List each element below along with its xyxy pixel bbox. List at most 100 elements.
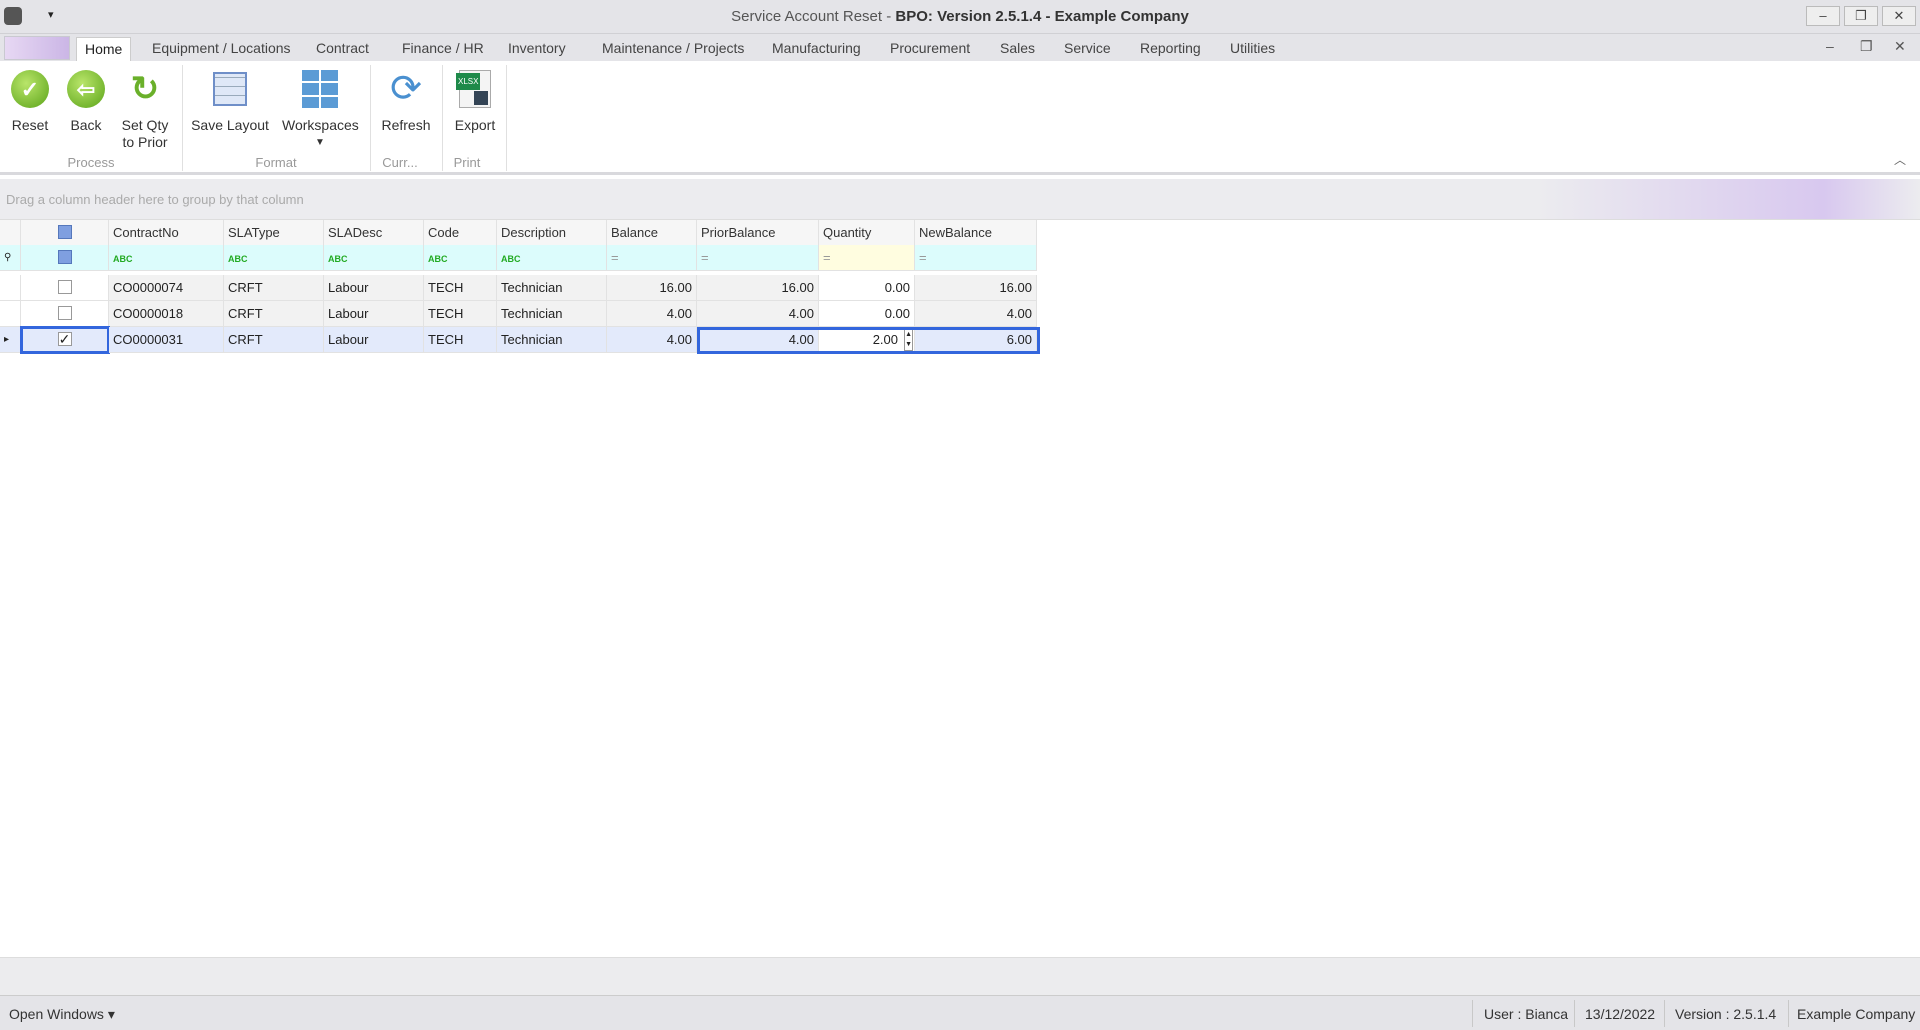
table-row[interactable]: CO0000018 CRFT Labour TECH Technician 4.00 4.0… <box>0 301 1037 327</box>
window-title: Service Account Reset - BPO: Version 2.5… <box>0 8 1920 25</box>
filter-cell-priorbalance[interactable]: = <box>697 245 819 271</box>
filter-checkbox[interactable] <box>21 245 109 271</box>
status-date: 13/12/2022 <box>1585 1006 1656 1022</box>
tab-finance-hr[interactable]: Finance / HR <box>394 37 492 61</box>
column-header-slatype[interactable]: SLAType <box>224 220 324 246</box>
quantity-spin-icon[interactable]: ▲ ▼ <box>904 329 913 351</box>
table-row[interactable]: ▸ ✓ CO0000031 CRFT Labour TECH Technician 4.00 4… <box>0 326 1040 354</box>
text-filter-icon: ABC <box>228 254 248 264</box>
group-panel[interactable]: Drag a column header here to group by th… <box>0 179 1920 220</box>
row-checkbox[interactable]: ✓ <box>20 326 110 354</box>
row-checkbox[interactable] <box>21 301 109 327</box>
refresh-label: Refresh <box>381 117 431 133</box>
save-layout-label: Save Layout <box>191 117 269 133</box>
workspaces-icon <box>302 70 338 108</box>
row-checkbox[interactable] <box>21 275 109 301</box>
title-bar: ▾ Service Account Reset - BPO: Version 2… <box>0 0 1920 34</box>
cell-sladesc: Labour <box>324 327 424 353</box>
filter-cell-contractno[interactable]: ABC <box>109 245 224 271</box>
ribbon: ✓ Reset ⇦ Back ↻ Set Qty to Prior Save Layo… <box>0 61 1920 175</box>
cell-code: TECH <box>424 275 497 301</box>
tab-inventory[interactable]: Inventory <box>500 37 574 61</box>
cell-description: Technician <box>497 275 607 301</box>
tab-manufacturing[interactable]: Manufacturing <box>764 37 869 61</box>
check-icon: ✓ <box>11 70 49 108</box>
cell-priorbalance: 4.00 <box>697 301 819 327</box>
text-filter-icon: ABC <box>501 254 521 264</box>
cell-slatype: CRFT <box>224 275 324 301</box>
status-version: Version : 2.5.1.4 <box>1675 1006 1777 1022</box>
workspaces-button[interactable]: Workspaces ▼ <box>282 69 359 151</box>
collapse-ribbon-icon[interactable]: ︿ <box>1894 151 1906 168</box>
cell-description: Technician <box>497 327 607 353</box>
refresh-button[interactable]: ⟳ Refresh <box>378 69 434 134</box>
filter-row[interactable]: ⚲ ABC ABC ABC ABC ABC = = = = <box>0 245 1037 271</box>
select-all-checkbox[interactable] <box>21 220 109 246</box>
cell-code: TECH <box>424 327 497 353</box>
back-arrow-icon: ⇦ <box>67 70 105 108</box>
refresh-green-icon: ↻ <box>130 69 160 108</box>
save-layout-button[interactable]: Save Layout <box>190 69 270 134</box>
open-windows-button[interactable]: Open Windows ▾ <box>9 1006 115 1023</box>
mdi-minimize-button[interactable]: – <box>1826 38 1834 54</box>
column-header-contractno[interactable]: ContractNo <box>109 220 224 246</box>
set-qty-to-prior-button[interactable]: ↻ Set Qty to Prior <box>116 69 174 151</box>
cell-priorbalance: 4.00 <box>697 327 819 353</box>
ribbon-tabs: Home Equipment / Locations Contract Finance… <box>0 34 1920 61</box>
tab-equipment-locations[interactable]: Equipment / Locations <box>144 37 299 61</box>
filter-cell-sladesc[interactable]: ABC <box>324 245 424 271</box>
cell-quantity[interactable]: 0.00 <box>819 275 915 301</box>
table-row[interactable]: CO0000074 CRFT Labour TECH Technician 16.00 16… <box>0 275 1037 301</box>
tab-utilities[interactable]: Utilities <box>1222 37 1283 61</box>
cell-priorbalance: 16.00 <box>697 275 819 301</box>
grid-footer <box>0 957 1920 995</box>
export-button[interactable]: XLSX Export <box>450 69 500 134</box>
row-indicator[interactable] <box>0 275 21 301</box>
filter-cell-newbalance[interactable]: = <box>915 245 1037 271</box>
application-menu-button[interactable] <box>4 36 70 60</box>
column-header-code[interactable]: Code <box>424 220 497 246</box>
cell-quantity[interactable]: 2.00 ▲ ▼ <box>819 327 915 353</box>
close-button[interactable]: ✕ <box>1882 6 1916 26</box>
column-header-newbalance[interactable]: NewBalance <box>915 220 1037 246</box>
column-header-quantity[interactable]: Quantity <box>819 220 915 246</box>
cell-sladesc: Labour <box>324 275 424 301</box>
column-header-priorbalance[interactable]: PriorBalance <box>697 220 819 246</box>
tab-reporting[interactable]: Reporting <box>1132 37 1209 61</box>
filter-cell-code[interactable]: ABC <box>424 245 497 271</box>
cell-slatype: CRFT <box>224 327 324 353</box>
cell-code: TECH <box>424 301 497 327</box>
minimize-button[interactable]: – <box>1806 6 1840 26</box>
cell-balance: 4.00 <box>607 301 697 327</box>
back-button[interactable]: ⇦ Back <box>64 69 108 134</box>
tab-procurement[interactable]: Procurement <box>882 37 978 61</box>
title-prefix: Service Account Reset - <box>731 8 896 25</box>
filter-cell-balance[interactable]: = <box>607 245 697 271</box>
equals-filter-icon: = <box>919 250 927 265</box>
header-row[interactable]: ContractNo SLAType SLADesc Code Description B… <box>0 220 1037 246</box>
tab-maintenance-projects[interactable]: Maintenance / Projects <box>594 37 752 61</box>
tab-service[interactable]: Service <box>1056 37 1119 61</box>
column-header-balance[interactable]: Balance <box>607 220 697 246</box>
group-label-format: Format <box>255 155 297 170</box>
xlsx-export-icon: XLSX <box>456 70 491 108</box>
filter-cell-quantity[interactable]: = <box>819 245 915 271</box>
column-header-sladesc[interactable]: SLADesc <box>324 220 424 246</box>
filter-cell-description[interactable]: ABC <box>497 245 607 271</box>
refresh-icon: ⟳ <box>390 67 422 110</box>
column-header-description[interactable]: Description <box>497 220 607 246</box>
filter-cell-slatype[interactable]: ABC <box>224 245 324 271</box>
mdi-close-button[interactable]: ✕ <box>1894 38 1906 55</box>
mdi-restore-button[interactable]: ❐ <box>1860 38 1873 55</box>
restore-button[interactable]: ❐ <box>1844 6 1878 26</box>
tab-home[interactable]: Home <box>76 37 132 61</box>
status-bar: Open Windows ▾ User : Bianca 13/12/2022 … <box>0 995 1920 1030</box>
cell-quantity[interactable]: 0.00 <box>819 301 915 327</box>
row-indicator[interactable]: ▸ <box>0 327 21 353</box>
row-indicator[interactable] <box>0 301 21 327</box>
tab-sales[interactable]: Sales <box>992 37 1043 61</box>
cell-contractno: CO0000074 <box>109 275 224 301</box>
equals-filter-icon: = <box>823 250 831 265</box>
tab-contract[interactable]: Contract <box>308 37 377 61</box>
reset-button[interactable]: ✓ Reset <box>8 69 52 134</box>
